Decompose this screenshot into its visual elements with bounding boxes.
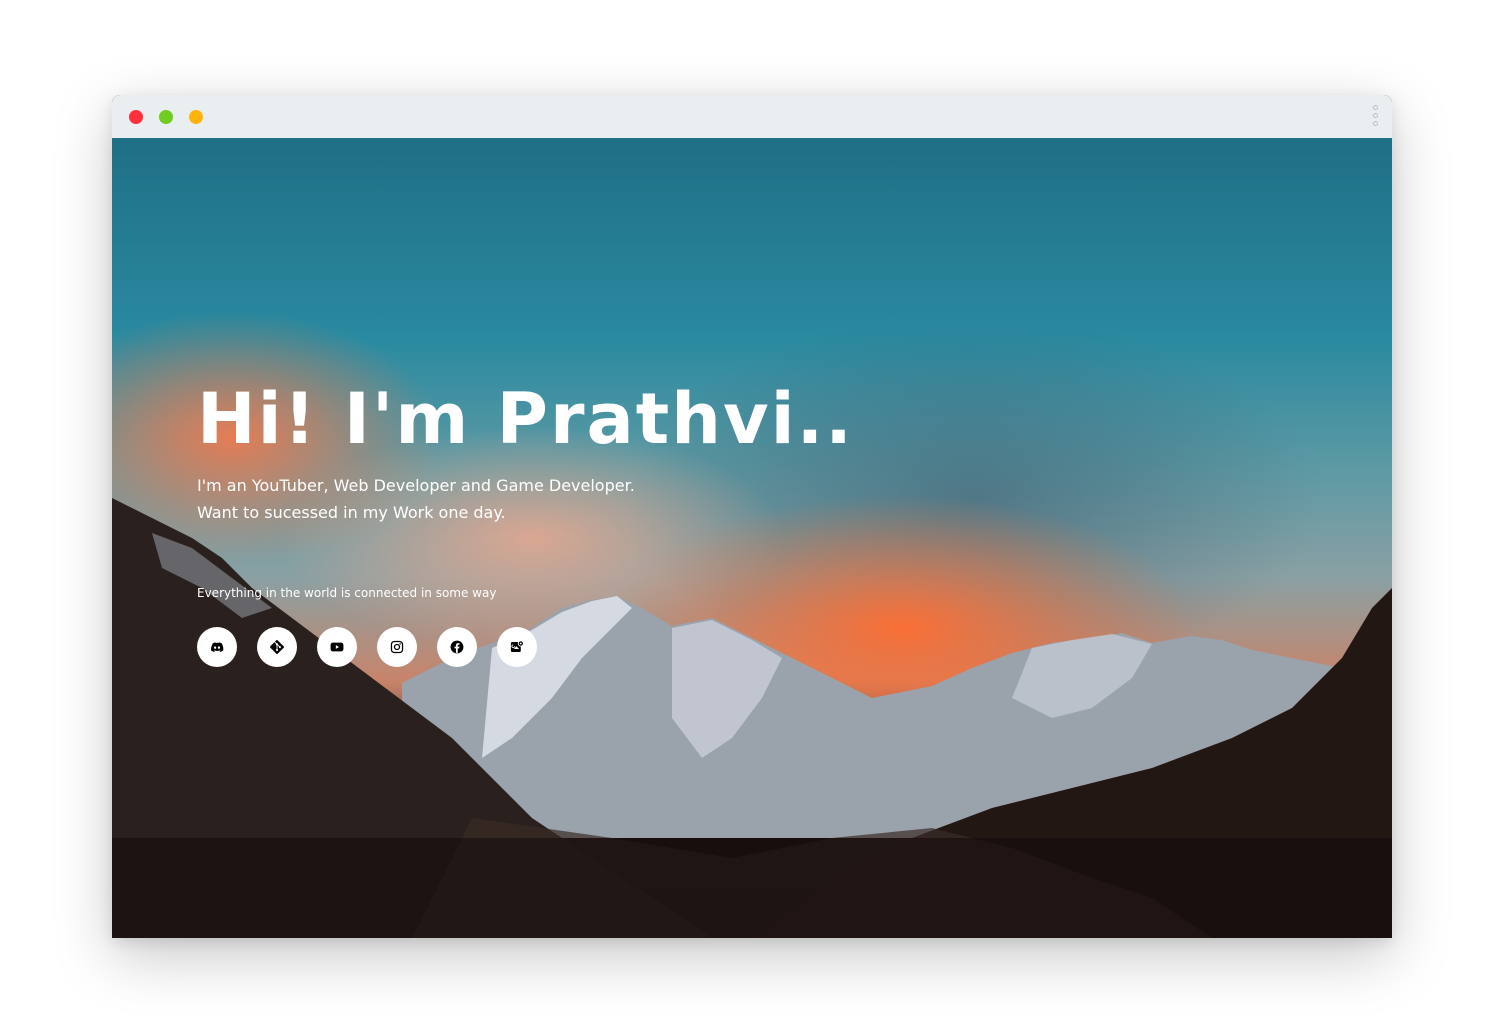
hero-headline: Hi! I'm Prathvi.. [197,378,854,460]
git-icon [270,640,284,654]
discord-icon [211,642,224,652]
hero-quote: Everything in the world is connected in … [197,586,497,600]
hero-content: Hi! I'm Prathvi.. I'm an YouTuber, Web D… [197,138,1097,938]
browser-window: Hi! I'm Prathvi.. I'm an YouTuber, Web D… [112,95,1392,938]
instagram-link[interactable] [377,627,417,667]
youtube-link[interactable] [317,627,357,667]
tagline-line-2: Want to sucessed in my Work one day. [197,503,506,522]
hero-tagline: I'm an YouTuber, Web Developer and Game … [197,472,635,526]
git-link[interactable] [257,627,297,667]
google-maps-link[interactable] [497,627,537,667]
youtube-icon [330,642,344,652]
google-maps-icon [510,640,524,652]
hero-section: Hi! I'm Prathvi.. I'm an YouTuber, Web D… [112,138,1392,938]
browser-titlebar [112,95,1392,139]
zoom-window-button[interactable] [159,110,173,124]
minimize-window-button[interactable] [189,110,203,124]
close-window-button[interactable] [129,110,143,124]
discord-link[interactable] [197,627,237,667]
tagline-line-1: I'm an YouTuber, Web Developer and Game … [197,476,635,495]
facebook-link[interactable] [437,627,477,667]
kebab-menu-icon[interactable] [1370,105,1380,129]
instagram-icon [390,640,404,654]
facebook-icon [450,640,464,654]
